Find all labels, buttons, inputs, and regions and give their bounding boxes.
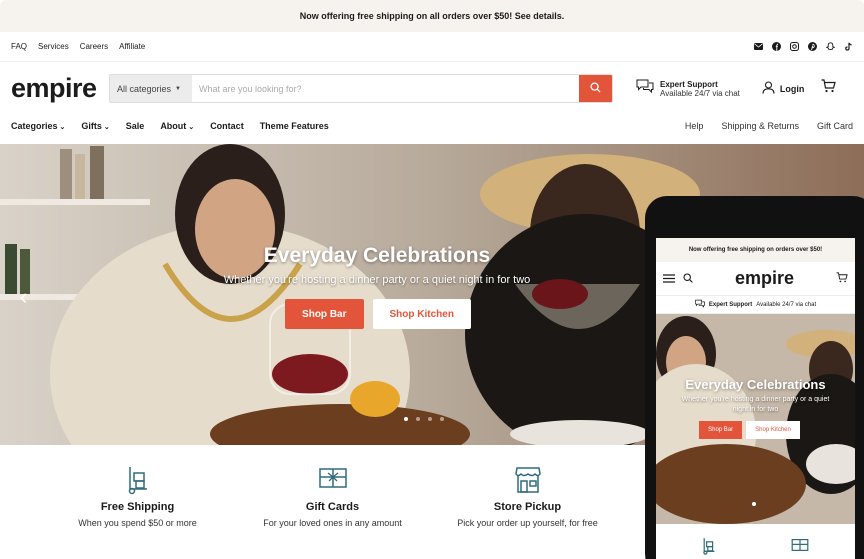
utility-link-careers[interactable]: Careers: [80, 42, 108, 51]
menu-icon[interactable]: [663, 270, 675, 288]
category-select[interactable]: All categories ▼: [110, 75, 192, 102]
carousel-dot[interactable]: [404, 417, 408, 421]
feature-title: Free Shipping: [100, 501, 175, 513]
nav-item-contact[interactable]: Contact: [210, 121, 244, 131]
expert-support[interactable]: Expert Support Available 24/7 via chat: [636, 78, 740, 99]
mobile-header-left: [663, 270, 693, 288]
hand-truck-icon: [127, 465, 149, 495]
chevron-down-icon: ⌄: [103, 124, 110, 131]
mobile-screen: Now offering free shipping on orders ove…: [656, 238, 855, 559]
utility-links: FAQ Services Careers Affiliate: [11, 42, 145, 51]
nav-item-shipping-returns[interactable]: Shipping & Returns: [721, 121, 799, 131]
nav-primary: Categories ⌄ Gifts ⌄ Sale About ⌄ Contact T…: [11, 121, 329, 131]
nav-item-about[interactable]: About ⌄: [160, 121, 194, 131]
nav-secondary: Help Shipping & Returns Gift Card: [685, 121, 853, 131]
storefront-icon: [514, 465, 542, 495]
mail-icon[interactable]: [753, 42, 763, 52]
search-icon: [590, 80, 601, 98]
feature-desc: For your loved ones in any amount: [263, 518, 402, 528]
facebook-icon[interactable]: [771, 42, 781, 52]
search-button[interactable]: [579, 75, 612, 102]
main-header: empire All categories ▼ Expert Support A…: [0, 62, 864, 115]
pinterest-icon[interactable]: [807, 42, 817, 52]
carousel-dot[interactable]: [752, 502, 756, 506]
feature-free-shipping: Free Shipping When you spend $50 or more: [40, 445, 235, 559]
hand-truck-icon: [702, 537, 716, 559]
nav-label: Gifts: [81, 121, 102, 131]
feature-store-pickup: Store Pickup Pick your order up yourself…: [430, 445, 625, 559]
feature-title: Store Pickup: [493, 501, 562, 513]
shop-kitchen-button[interactable]: Shop Kitchen: [372, 299, 471, 329]
nav-item-gift-card[interactable]: Gift Card: [817, 121, 853, 131]
instagram-icon[interactable]: [789, 42, 799, 52]
feature-title: Gift Cards: [305, 501, 360, 513]
mobile-support-title: Expert Support: [708, 301, 753, 308]
gift-card-icon: [318, 465, 348, 495]
mobile-hero-content: Everyday Celebrations Whether you're hos…: [656, 377, 855, 439]
chevron-down-icon: ▼: [175, 85, 181, 92]
mobile-hero-subtitle: Whether you're hosting a dinner party or…: [681, 396, 830, 413]
mobile-shop-bar-button[interactable]: Shop Bar: [699, 420, 743, 439]
mobile-support-subtitle: Available 24/7 via chat: [756, 301, 817, 308]
mobile-hero-banner: Everyday Celebrations Whether you're hos…: [656, 314, 855, 524]
utility-link-services[interactable]: Services: [38, 42, 69, 51]
chat-icon: [695, 299, 705, 310]
feature-gift-cards: Gift Cards For your loved ones in any am…: [235, 445, 430, 559]
mobile-shop-kitchen-button[interactable]: Shop Kitchen: [746, 420, 800, 439]
utility-bar: FAQ Services Careers Affiliate: [0, 32, 864, 62]
chevron-down-icon: ⌄: [59, 124, 66, 131]
user-icon: [762, 81, 775, 96]
feature-desc: Pick your order up yourself, for free: [457, 518, 598, 528]
social-links: [753, 42, 853, 52]
nav-label: About: [160, 121, 187, 131]
nav-label: Categories: [11, 121, 58, 131]
shop-bar-button[interactable]: Shop Bar: [285, 299, 364, 329]
nav-item-gifts[interactable]: Gifts ⌄: [81, 121, 109, 131]
chevron-down-icon: ⌄: [188, 124, 195, 131]
tiktok-icon[interactable]: [843, 42, 853, 52]
mobile-store-logo[interactable]: empire: [735, 268, 794, 289]
nav-item-help[interactable]: Help: [685, 121, 704, 131]
support-subtitle: Available 24/7 via chat: [660, 88, 740, 98]
mobile-header: empire: [656, 262, 855, 296]
search-icon[interactable]: [683, 270, 693, 288]
nav-item-categories[interactable]: Categories ⌄: [11, 121, 65, 131]
utility-link-affiliate[interactable]: Affiliate: [119, 42, 145, 51]
nav-item-sale[interactable]: Sale: [126, 121, 145, 131]
announcement-bar[interactable]: Now offering free shipping on all orders…: [0, 0, 864, 32]
mobile-announcement-bar[interactable]: Now offering free shipping on orders ove…: [656, 238, 855, 262]
cart-icon: [821, 79, 837, 97]
login-link[interactable]: Login: [762, 81, 805, 96]
utility-link-faq[interactable]: FAQ: [11, 42, 27, 51]
search-input[interactable]: [192, 75, 579, 102]
category-select-value: All categories: [117, 83, 172, 94]
announcement-text[interactable]: Now offering free shipping on all orders…: [300, 11, 565, 21]
mobile-phone-mockup: Now offering free shipping on orders ove…: [645, 196, 864, 559]
mobile-hero-buttons: Shop Bar Shop Kitchen: [656, 420, 855, 439]
carousel-dot[interactable]: [416, 417, 420, 421]
feature-desc: When you spend $50 or more: [78, 518, 197, 528]
main-nav: Categories ⌄ Gifts ⌄ Sale About ⌄ Contact T…: [0, 115, 864, 143]
store-logo[interactable]: empire: [11, 73, 109, 104]
login-label: Login: [779, 83, 805, 94]
nav-item-theme-features[interactable]: Theme Features: [260, 121, 329, 131]
mobile-expert-support[interactable]: Expert Support Available 24/7 via chat: [656, 296, 855, 314]
snapchat-icon[interactable]: [825, 42, 835, 52]
gift-card-icon: [791, 537, 809, 559]
mobile-feature-strip: [656, 524, 855, 559]
cart-button[interactable]: [821, 79, 837, 98]
search-bar: All categories ▼: [109, 74, 613, 103]
support-title: Expert Support: [660, 79, 718, 89]
cart-icon[interactable]: [836, 270, 848, 288]
mobile-hero-title: Everyday Celebrations: [685, 377, 826, 392]
carousel-dots: [404, 417, 444, 421]
carousel-dot[interactable]: [440, 417, 444, 421]
chat-icon: [636, 78, 654, 99]
carousel-dot[interactable]: [428, 417, 432, 421]
